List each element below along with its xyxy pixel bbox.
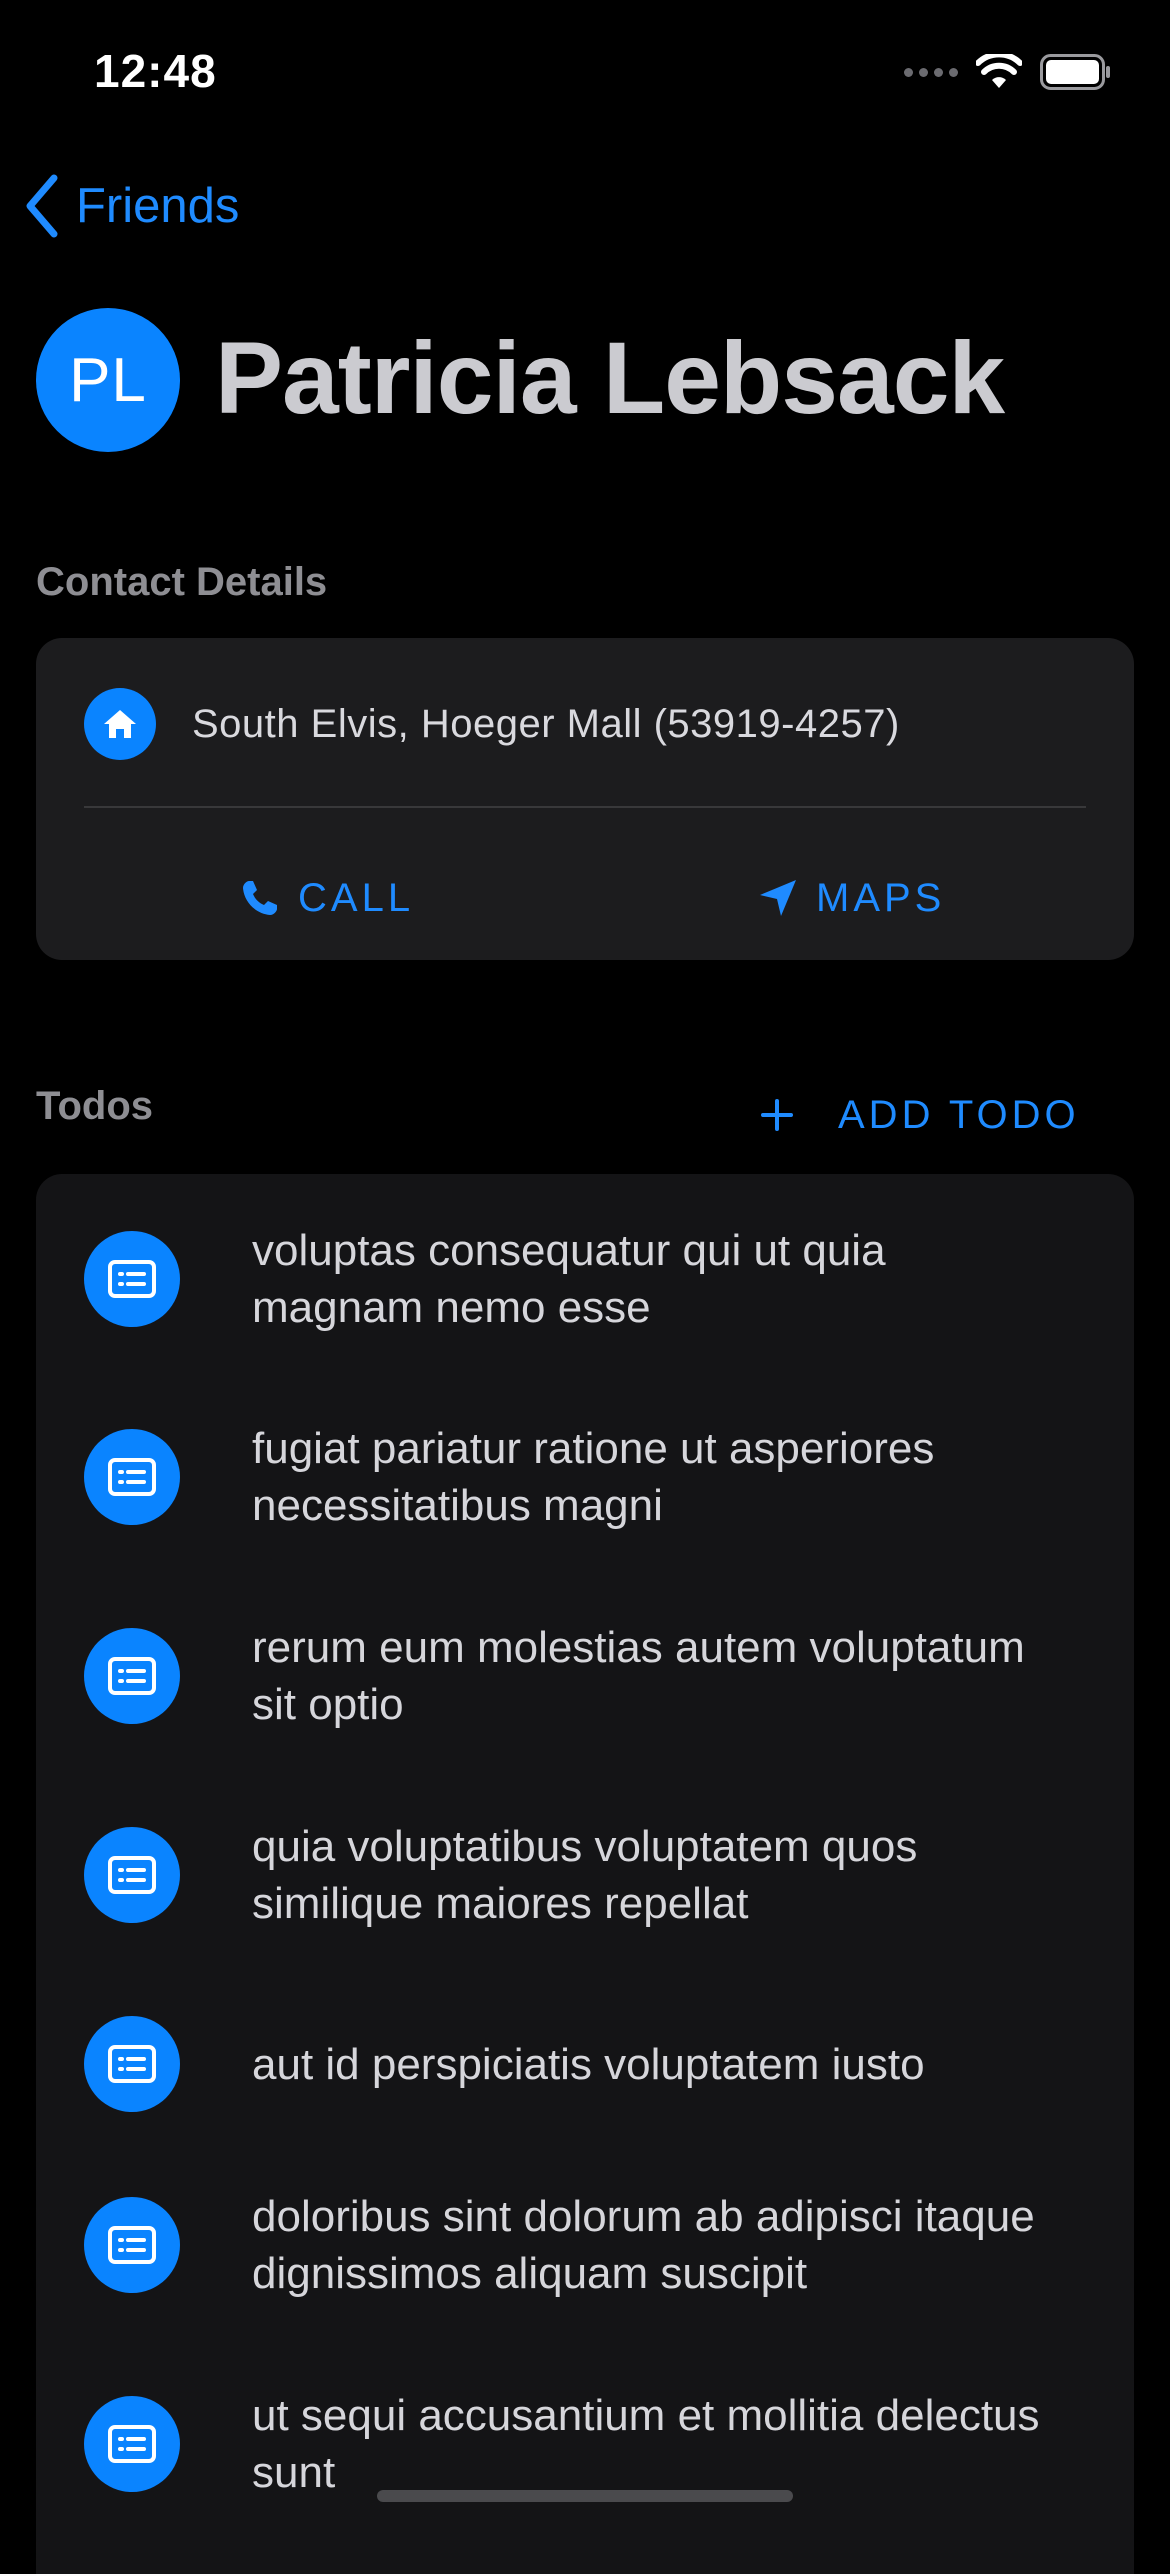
contact-card: South Elvis, Hoeger Mall (53919-4257) CA… bbox=[36, 638, 1134, 960]
list-card-icon bbox=[84, 2197, 180, 2293]
list-card-icon bbox=[84, 2016, 180, 2112]
todo-item[interactable]: fugiat pariatur ratione ut asperiores ne… bbox=[84, 1420, 1110, 1534]
list-card-icon bbox=[84, 1231, 180, 1327]
chevron-left-icon bbox=[26, 174, 58, 238]
list-card-icon bbox=[84, 1628, 180, 1724]
address-text: South Elvis, Hoeger Mall (53919-4257) bbox=[192, 701, 900, 746]
back-button-label: Friends bbox=[76, 179, 240, 233]
status-icons bbox=[904, 52, 1112, 92]
contact-details-header: Contact Details bbox=[36, 560, 328, 604]
phone-icon bbox=[243, 881, 277, 915]
house-icon bbox=[84, 688, 156, 760]
address-row: South Elvis, Hoeger Mall (53919-4257) bbox=[84, 688, 1086, 760]
status-time: 12:48 bbox=[94, 45, 217, 97]
divider bbox=[84, 806, 1086, 808]
location-arrow-icon bbox=[760, 880, 796, 916]
list-card-icon bbox=[84, 1429, 180, 1525]
call-button-label: CALL bbox=[298, 875, 415, 920]
todo-item[interactable]: doloribus sint dolorum ab adipisci itaqu… bbox=[84, 2188, 1110, 2302]
list-card-icon bbox=[84, 2396, 180, 2492]
todo-title: voluptas consequatur qui ut quia magnam … bbox=[252, 1226, 886, 1332]
call-button[interactable]: CALL bbox=[240, 858, 414, 938]
todo-item[interactable]: ut sequi accusantium et mollitia delectu… bbox=[84, 2387, 1110, 2501]
add-todo-button[interactable]: ADD TODO bbox=[760, 1080, 1080, 1150]
todo-item[interactable]: aut id perspiciatis voluptatem iusto bbox=[84, 2016, 1110, 2112]
list-card-icon bbox=[84, 1827, 180, 1923]
todos-header: Todos bbox=[36, 1084, 154, 1128]
cellular-signal-icon bbox=[904, 67, 958, 77]
todo-title: doloribus sint dolorum ab adipisci itaqu… bbox=[252, 2192, 1035, 2298]
todo-item[interactable]: rerum eum molestias autem voluptatum sit… bbox=[84, 1619, 1110, 1733]
battery-icon bbox=[1040, 54, 1110, 90]
avatar-initials: PL bbox=[69, 345, 147, 415]
todo-item[interactable]: quia voluptatibus voluptatem quos simili… bbox=[84, 1818, 1110, 1932]
maps-button-label: MAPS bbox=[816, 875, 946, 920]
todo-item[interactable]: voluptas consequatur qui ut quia magnam … bbox=[84, 1222, 1110, 1336]
todo-title: fugiat pariatur ratione ut asperiores ne… bbox=[252, 1424, 935, 1530]
plus-icon bbox=[761, 1099, 793, 1131]
todos-list: voluptas consequatur qui ut quia magnam … bbox=[36, 1174, 1134, 2574]
wifi-icon bbox=[976, 54, 1022, 88]
todo-title: aut id perspiciatis voluptatem iusto bbox=[252, 2039, 925, 2089]
page-title: Patricia Lebsack bbox=[215, 321, 1005, 435]
todo-title: ut sequi accusantium et mollitia delectu… bbox=[252, 2391, 1040, 2497]
todo-title: rerum eum molestias autem voluptatum sit… bbox=[252, 1623, 1025, 1729]
home-indicator[interactable] bbox=[377, 2490, 793, 2502]
maps-button[interactable]: MAPS bbox=[758, 858, 945, 938]
back-button[interactable]: Friends bbox=[22, 170, 239, 242]
avatar: PL bbox=[36, 308, 180, 452]
add-todo-label: ADD TODO bbox=[838, 1092, 1080, 1137]
todo-title: quia voluptatibus voluptatem quos simili… bbox=[252, 1822, 918, 1928]
